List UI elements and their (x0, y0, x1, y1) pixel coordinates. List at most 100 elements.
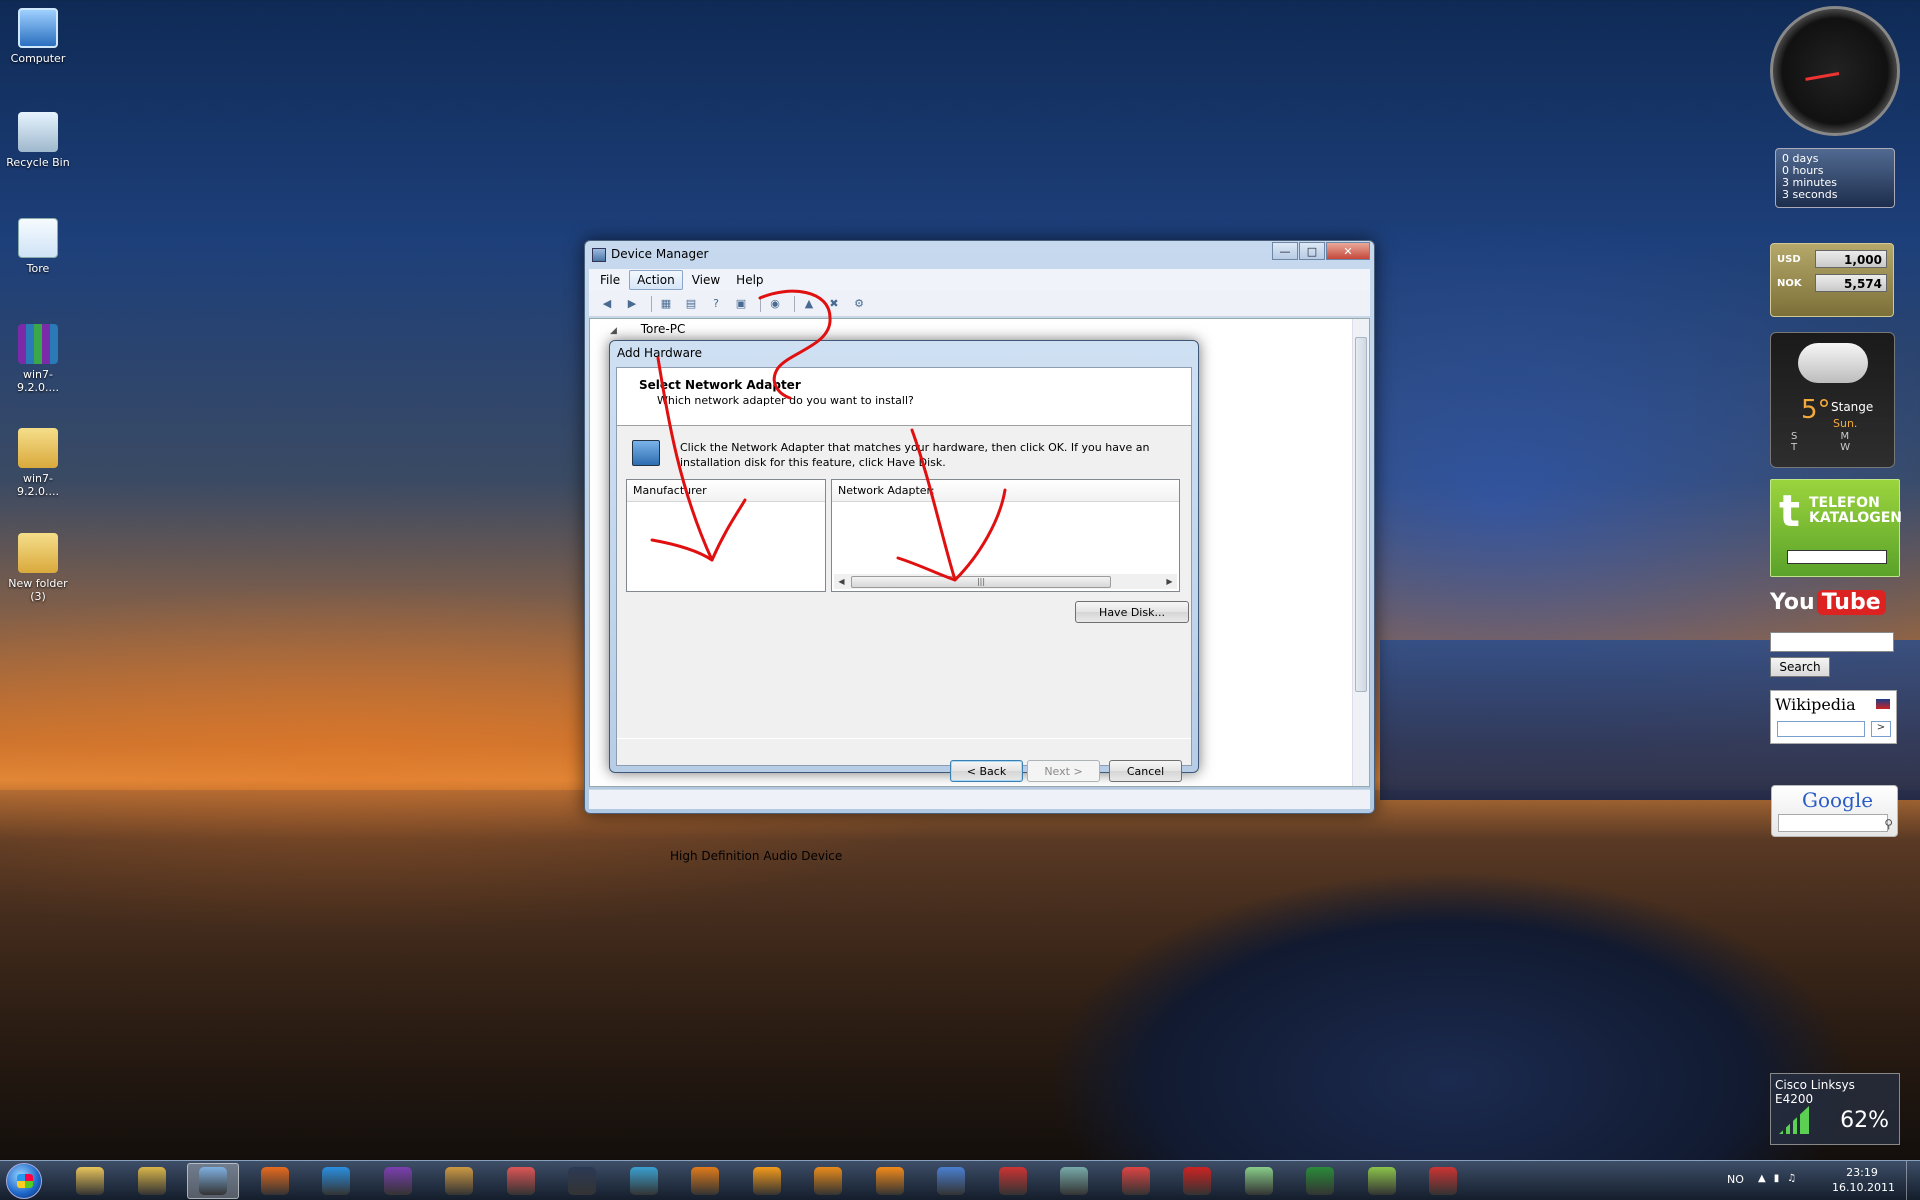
taskbar-app-button[interactable] (802, 1163, 854, 1199)
currency-gadget[interactable]: USD 1,000 NOK 5,574 (1770, 243, 1894, 317)
youtube-you: You (1770, 590, 1815, 615)
taskbar-app-button[interactable] (1356, 1163, 1408, 1199)
taskbar-app-button[interactable] (618, 1163, 670, 1199)
back-icon[interactable]: ◀ (597, 295, 617, 313)
taskbar-app-button[interactable] (1233, 1163, 1285, 1199)
taskbar-app-button[interactable] (187, 1163, 239, 1199)
taskbar-app-button[interactable] (741, 1163, 793, 1199)
taskbar-app-button[interactable] (310, 1163, 362, 1199)
uninstall-icon[interactable]: ✖ (824, 295, 844, 313)
wikipedia-go-button[interactable]: > (1871, 721, 1891, 737)
google-search-input[interactable] (1778, 814, 1888, 832)
signal-strength-icon (1779, 1106, 1809, 1134)
toolbar-separator (651, 295, 652, 312)
youtube-search-button[interactable]: Search (1770, 657, 1830, 677)
tree-root-label: Tore-PC (640, 322, 686, 336)
desktop-icon-recycle-bin[interactable]: Recycle Bin (4, 112, 72, 169)
network-adapter-list[interactable]: Network Adapter: ◀ ||| ▶ (831, 479, 1180, 592)
next-button[interactable]: Next > (1027, 760, 1100, 782)
network-icon (629, 1167, 658, 1195)
scrollbar-thumb[interactable] (1355, 337, 1367, 692)
tree-scrollbar[interactable] (1352, 319, 1369, 786)
taskbar-app-button[interactable] (1294, 1163, 1346, 1199)
taskbar-app-button[interactable] (679, 1163, 731, 1199)
tray-icons[interactable]: ▲▮♫ (1758, 1173, 1804, 1184)
taskbar-app-button[interactable] (987, 1163, 1039, 1199)
weather-gadget[interactable]: 5° Stange Sun. S M T W (1770, 332, 1895, 468)
show-hide-tree-icon[interactable]: ▦ (656, 295, 676, 313)
scan-hardware-icon[interactable]: ◉ (765, 295, 785, 313)
maximize-button[interactable]: □ (1299, 242, 1325, 260)
currency-row-nok: NOK 5,574 (1777, 274, 1887, 292)
firefox-icon (260, 1167, 289, 1195)
expand-arrow-icon[interactable]: ◢ (610, 326, 617, 336)
taskbar-app-button[interactable] (1048, 1163, 1100, 1199)
close-button[interactable]: ✕ (1326, 242, 1370, 260)
update-driver-icon[interactable]: ▲ (799, 295, 819, 313)
view-icon[interactable]: ▣ (731, 295, 751, 313)
currency-value-input[interactable]: 1,000 (1815, 250, 1887, 268)
cancel-button[interactable]: Cancel (1109, 760, 1182, 782)
recycle-bin-icon (18, 112, 58, 152)
google-search-gadget[interactable]: Google ⚲ (1771, 785, 1898, 837)
toolbox-icon (1429, 1167, 1457, 1195)
weather-forecast-days: S M T W (1791, 431, 1871, 453)
currency-value-input[interactable]: 5,574 (1815, 274, 1887, 292)
taskbar-app-button[interactable] (433, 1163, 485, 1199)
have-disk-button[interactable]: Have Disk... (1075, 601, 1189, 623)
menu-view[interactable]: View (685, 271, 727, 289)
wikipedia-gadget[interactable]: Wikipedia > (1770, 690, 1897, 744)
taskbar-app-button[interactable] (64, 1163, 116, 1199)
wikipedia-search-input[interactable] (1777, 721, 1865, 737)
telefon-logo-text: TELEFON KATALOGEN (1809, 496, 1902, 526)
currency-code-select[interactable]: USD (1777, 254, 1815, 265)
taskbar-app-button[interactable] (372, 1163, 424, 1199)
add-hardware-dialog[interactable]: Add Hardware Select Network Adapter Whic… (609, 340, 1199, 782)
taskbar-app-button[interactable] (126, 1163, 178, 1199)
taskbar-app-button[interactable] (249, 1163, 301, 1199)
back-button[interactable]: < Back (950, 760, 1023, 782)
tree-item-audio[interactable]: High Definition Audio Device (670, 849, 842, 863)
help-icon[interactable]: ? (706, 295, 726, 313)
no-entry-icon (1183, 1167, 1211, 1195)
desktop-icon-computer[interactable]: Computer (4, 8, 72, 65)
disable-icon[interactable]: ⚙ (849, 295, 869, 313)
wizard-heading: Select Network Adapter (639, 378, 801, 392)
start-button[interactable] (6, 1163, 42, 1199)
taskbar-app-button[interactable] (1110, 1163, 1162, 1199)
uk-flag-icon[interactable] (1876, 699, 1890, 709)
telefon-logo-icon: t (1779, 486, 1801, 537)
taskbar-app-button[interactable] (864, 1163, 916, 1199)
scroll-left-icon[interactable]: ◀ (834, 577, 849, 586)
forward-icon[interactable]: ▶ (622, 295, 642, 313)
clock[interactable]: 23:19 16.10.2011 (1832, 1165, 1895, 1195)
taskbar-app-button[interactable] (495, 1163, 547, 1199)
telefon-search-input[interactable] (1787, 550, 1887, 564)
telefonkatalogen-gadget[interactable]: t TELEFON KATALOGEN (1770, 479, 1902, 577)
scroll-right-icon[interactable]: ▶ (1162, 577, 1177, 586)
taskbar-app-button[interactable] (556, 1163, 608, 1199)
manufacturer-list[interactable]: Manufacturer (626, 479, 826, 592)
desktop-icon-winrar-archive[interactable]: win7-9.2.0.... (4, 324, 72, 394)
minimize-button[interactable]: — (1272, 242, 1298, 260)
properties-icon[interactable]: ▤ (681, 295, 701, 313)
cloud-icon (1797, 343, 1868, 383)
taskbar-app-button[interactable] (1417, 1163, 1469, 1199)
currency-code-select[interactable]: NOK (1777, 278, 1815, 289)
adapter-list-hscrollbar[interactable]: ◀ ||| ▶ (834, 574, 1177, 589)
desktop-icon-new-folder[interactable]: New folder (3) (4, 533, 72, 603)
desktop-icon-tore[interactable]: Tore (4, 218, 72, 275)
menu-help[interactable]: Help (729, 271, 770, 289)
taskbar-app-button[interactable] (1171, 1163, 1223, 1199)
language-indicator[interactable]: NO (1727, 1173, 1744, 1186)
menu-action[interactable]: Action (629, 270, 683, 290)
cpu-meter-gadget[interactable] (1770, 6, 1900, 136)
youtube-search-input[interactable] (1770, 632, 1894, 652)
scrollbar-thumb[interactable]: ||| (851, 575, 1111, 588)
show-desktop-button[interactable] (1906, 1161, 1920, 1200)
desktop-icon-win7-folder[interactable]: win7-9.2.0.... (4, 428, 72, 498)
taskbar-app-button[interactable] (925, 1163, 977, 1199)
tree-root-item[interactable]: ◢ Tore-PC (610, 322, 685, 336)
search-icon[interactable]: ⚲ (1884, 817, 1893, 831)
menu-file[interactable]: File (593, 271, 627, 289)
